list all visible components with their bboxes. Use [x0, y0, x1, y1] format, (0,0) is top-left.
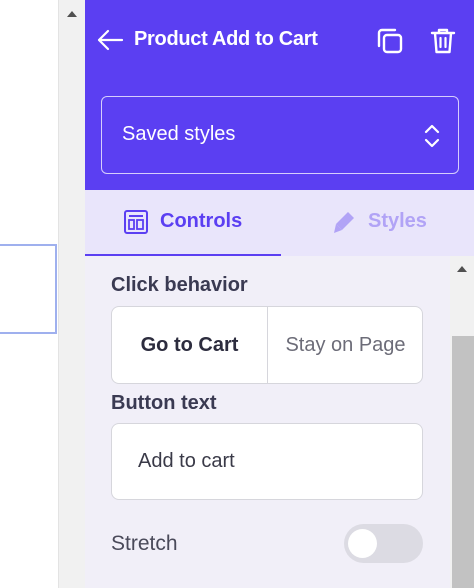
- tab-styles[interactable]: Styles: [281, 190, 474, 256]
- option-go-to-cart-label: Go to Cart: [140, 334, 239, 356]
- chevron-up-down-icon: [424, 124, 440, 148]
- selected-element-outline[interactable]: [0, 244, 57, 334]
- button-text-input[interactable]: [111, 423, 423, 500]
- click-behavior-label: Click behavior: [111, 274, 248, 296]
- click-behavior-segmented-control: Go to Cart Stay on Page: [111, 306, 423, 384]
- stretch-label: Stretch: [111, 532, 178, 555]
- toggle-knob: [348, 529, 377, 558]
- panel-tabs: Controls Styles: [85, 190, 474, 256]
- stretch-toggle[interactable]: [344, 524, 423, 563]
- editor-canvas: [0, 0, 58, 588]
- panel-scrollbar[interactable]: [450, 256, 474, 588]
- canvas-scrollbar[interactable]: [58, 0, 85, 588]
- tab-styles-label: Styles: [368, 210, 427, 232]
- panel-header: Product Add to Cart Saved styles: [85, 0, 474, 190]
- scrollbar-thumb[interactable]: [452, 336, 474, 588]
- option-go-to-cart[interactable]: Go to Cart: [112, 307, 268, 383]
- button-text-label: Button text: [111, 392, 217, 414]
- settings-panel: Product Add to Cart Saved styles Control…: [85, 0, 474, 588]
- arrow-left-icon: [97, 29, 124, 51]
- back-button[interactable]: [95, 26, 125, 54]
- tab-controls[interactable]: Controls: [85, 190, 281, 256]
- controls-content: Click behavior Go to Cart Stay on Page B…: [85, 256, 474, 588]
- scroll-up-arrow-icon[interactable]: [457, 266, 467, 272]
- copy-icon: [377, 28, 403, 54]
- saved-styles-label: Saved styles: [122, 123, 236, 145]
- scroll-up-arrow-icon[interactable]: [67, 11, 77, 17]
- duplicate-button[interactable]: [375, 26, 405, 56]
- option-stay-on-page-label: Stay on Page: [285, 334, 406, 356]
- trash-icon: [430, 28, 456, 54]
- tab-controls-label: Controls: [160, 210, 243, 232]
- option-stay-on-page[interactable]: Stay on Page: [268, 307, 422, 383]
- brush-icon: [334, 212, 354, 233]
- saved-styles-select[interactable]: Saved styles: [101, 96, 459, 174]
- delete-button[interactable]: [428, 26, 458, 56]
- layout-icon: [124, 210, 148, 234]
- panel-title: Product Add to Cart: [134, 28, 318, 50]
